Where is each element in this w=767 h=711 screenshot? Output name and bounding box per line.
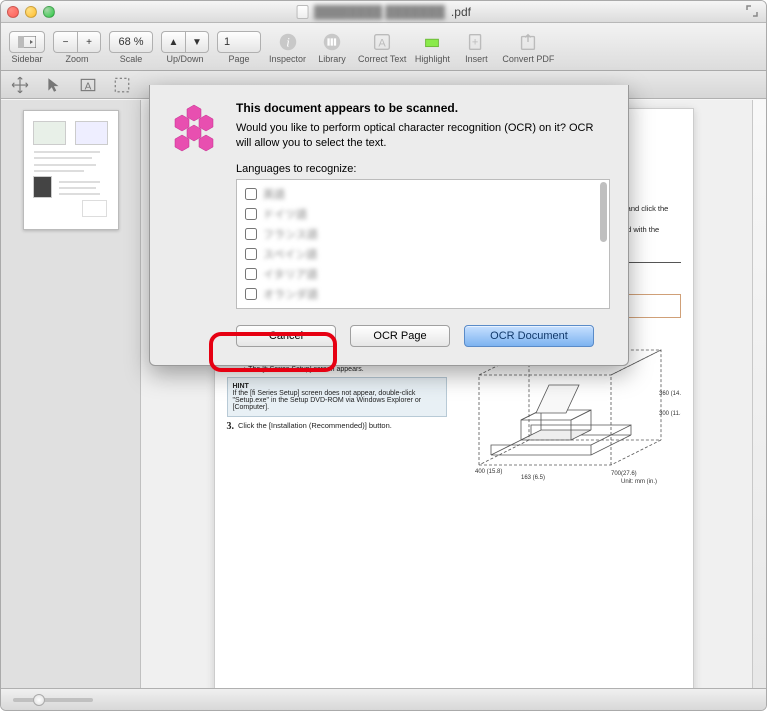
step-text: Click the [Installation (Recommended)] b… xyxy=(238,421,392,432)
library-button[interactable] xyxy=(314,31,350,53)
svg-text:300 (11.8): 300 (11.8) xyxy=(659,411,681,417)
sidebar-label: Sidebar xyxy=(11,54,42,64)
language-row[interactable]: スペイン語 xyxy=(241,244,605,264)
language-checkbox[interactable] xyxy=(245,268,257,280)
select-tool-icon[interactable] xyxy=(113,76,131,94)
window-controls xyxy=(7,6,55,18)
language-checkbox[interactable] xyxy=(245,208,257,220)
document-icon xyxy=(296,5,308,19)
statusbar xyxy=(1,688,766,710)
inspector-label: Inspector xyxy=(269,54,306,64)
filename-suffix: .pdf xyxy=(451,5,471,19)
language-row[interactable]: オランダ語 xyxy=(241,284,605,304)
zoom-label: Zoom xyxy=(65,54,88,64)
library-label: Library xyxy=(318,54,346,64)
list-scrollbar[interactable] xyxy=(600,182,607,242)
close-window-button[interactable] xyxy=(7,6,19,18)
step-sub: ⇨ The [fi Series Setup] screen appears. xyxy=(241,365,447,373)
sidebar-toggle-button[interactable] xyxy=(9,31,45,53)
ocr-page-button[interactable]: OCR Page xyxy=(350,325,450,347)
languages-label: Languages to recognize: xyxy=(236,163,610,175)
text-tool-icon[interactable]: A xyxy=(79,76,97,94)
page-up-button[interactable]: ▲ xyxy=(161,31,185,53)
highlight-button[interactable] xyxy=(414,31,450,53)
pointer-tool-icon[interactable] xyxy=(45,76,63,94)
hint-text: If the [fi Series Setup] screen does not… xyxy=(233,390,422,411)
svg-text:A: A xyxy=(85,81,92,92)
vertical-scrollbar[interactable] xyxy=(752,100,766,688)
page-thumbnail[interactable] xyxy=(23,110,119,230)
svg-text:A: A xyxy=(379,38,387,50)
scale-label: Scale xyxy=(120,54,143,64)
correct-label: Correct Text xyxy=(358,54,406,64)
convert-pdf-button[interactable] xyxy=(510,31,546,53)
svg-text:Unit: mm (in.): Unit: mm (in.) xyxy=(621,479,657,485)
languages-list[interactable]: 英語 ドイツ語 フランス語 スペイン語 イタリア語 オランダ語 xyxy=(236,179,610,309)
svg-text:163 (6.5): 163 (6.5) xyxy=(521,475,545,481)
dialog-body-text: Would you like to perform optical charac… xyxy=(236,121,610,151)
insert-button[interactable]: + xyxy=(458,31,494,53)
language-row[interactable]: 英語 xyxy=(241,184,605,204)
minimize-window-button[interactable] xyxy=(25,6,37,18)
scanner-diagram: 400 (15.8) 163 (6.5) 700(27.6) 360 (14.2… xyxy=(461,345,681,485)
window-title: ████████ ███████ .pdf xyxy=(296,5,471,19)
hint-heading: HINT xyxy=(233,383,249,390)
language-checkbox[interactable] xyxy=(245,288,257,300)
convert-label: Convert PDF xyxy=(502,54,554,64)
svg-text:+: + xyxy=(472,37,478,49)
scale-input[interactable]: 68 % xyxy=(109,31,153,53)
updown-label: Up/Down xyxy=(166,54,203,64)
filename-blurred: ████████ ███████ xyxy=(314,5,445,19)
cancel-button[interactable]: Cancel xyxy=(236,325,336,347)
language-row[interactable]: フランス語 xyxy=(241,224,605,244)
language-checkbox[interactable] xyxy=(245,188,257,200)
svg-text:i: i xyxy=(286,36,290,50)
app-window: ████████ ███████ .pdf Sidebar − + Zoom 6… xyxy=(0,0,767,711)
page-down-button[interactable]: ▼ xyxy=(185,31,209,53)
fullscreen-icon[interactable] xyxy=(746,5,758,17)
insert-label: Insert xyxy=(465,54,488,64)
zoom-slider-thumb[interactable] xyxy=(33,694,45,706)
toolbar: Sidebar − + Zoom 68 % Scale ▲ ▼ Up/Down … xyxy=(1,23,766,71)
hint-box: HINT If the [fi Series Setup] screen doe… xyxy=(227,377,447,417)
zoom-slider[interactable] xyxy=(13,698,93,702)
svg-text:700(27.6): 700(27.6) xyxy=(611,471,637,477)
page-input[interactable]: 1 xyxy=(217,31,261,53)
highlight-label: Highlight xyxy=(415,54,450,64)
page-label: Page xyxy=(228,54,249,64)
svg-text:360 (14.2): 360 (14.2) xyxy=(659,391,681,397)
dialog-heading: This document appears to be scanned. xyxy=(236,101,610,115)
language-row[interactable]: ドイツ語 xyxy=(241,204,605,224)
language-row[interactable]: イタリア語 xyxy=(241,264,605,284)
zoom-window-button[interactable] xyxy=(43,6,55,18)
move-tool-icon[interactable] xyxy=(11,76,29,94)
language-checkbox[interactable] xyxy=(245,228,257,240)
language-checkbox[interactable] xyxy=(245,248,257,260)
ocr-dialog: This document appears to be scanned. Wou… xyxy=(149,85,629,366)
zoom-out-button[interactable]: − xyxy=(53,31,77,53)
thumbnail-sidebar xyxy=(1,100,141,688)
app-icon xyxy=(168,101,220,153)
zoom-in-button[interactable]: + xyxy=(77,31,101,53)
inspector-button[interactable]: i xyxy=(270,31,306,53)
correct-text-button[interactable]: A xyxy=(364,31,400,53)
ocr-document-button[interactable]: OCR Document xyxy=(464,325,594,347)
titlebar: ████████ ███████ .pdf xyxy=(1,1,766,23)
svg-text:400 (15.8): 400 (15.8) xyxy=(475,469,502,475)
